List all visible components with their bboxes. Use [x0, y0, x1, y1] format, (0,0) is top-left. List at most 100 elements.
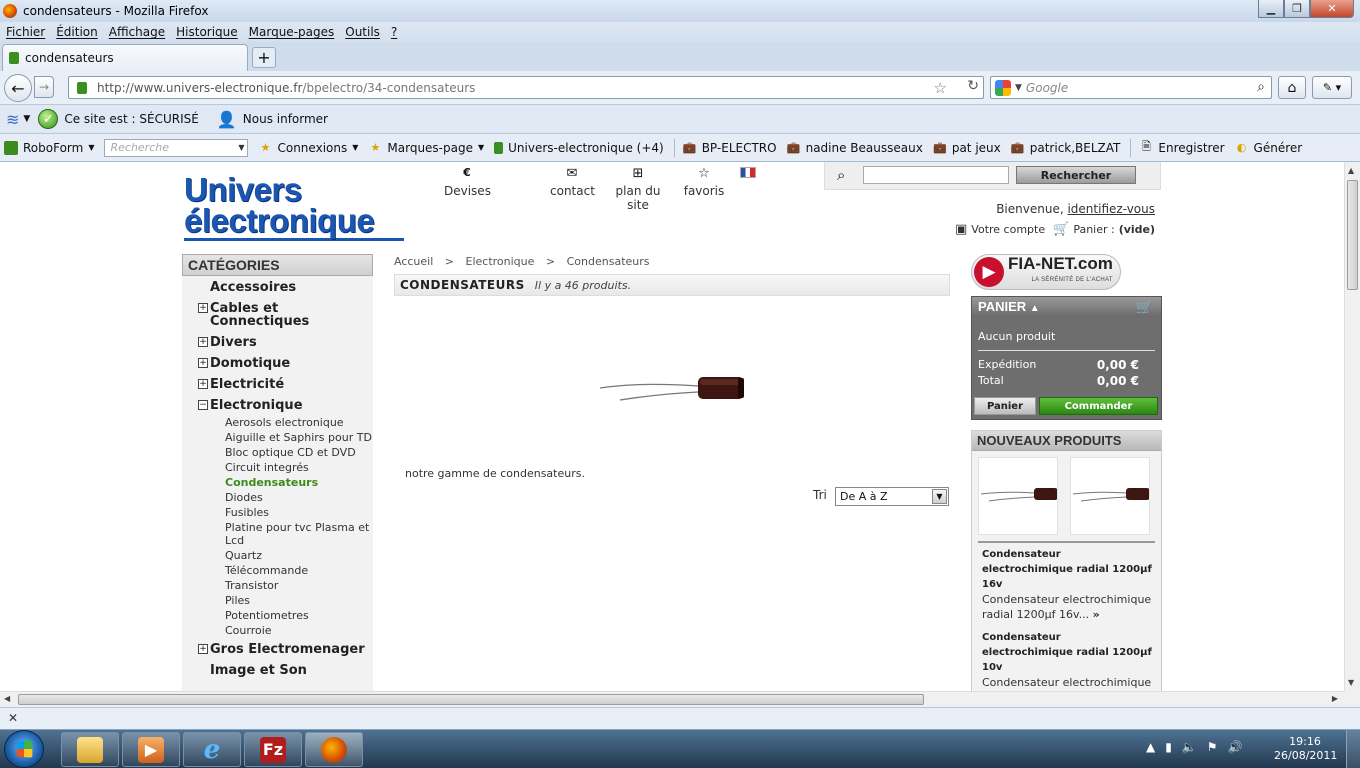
- scroll-down-icon[interactable]: ▼: [1348, 678, 1354, 687]
- category-electricite[interactable]: + Electricité: [182, 378, 373, 391]
- close-window-button[interactable]: ✕: [1310, 0, 1354, 18]
- nav-sitemap[interactable]: ⊞ plan du site: [604, 166, 672, 212]
- category-gros-electromenager[interactable]: + Gros Electromenager: [182, 643, 373, 656]
- subcategory-item[interactable]: Potentiometres: [182, 609, 373, 622]
- category-electronique[interactable]: − Electronique: [182, 399, 373, 412]
- close-icon[interactable]: ✕: [8, 711, 18, 725]
- taskbar-filezilla[interactable]: Fz: [244, 732, 302, 767]
- new-product-name[interactable]: Condensateur electrochimique radial 1200…: [982, 547, 1153, 592]
- security-status[interactable]: Ce site est : SÉCURISÉ: [64, 112, 199, 126]
- taskbar-explorer[interactable]: [61, 732, 119, 767]
- scroll-left-icon[interactable]: ◀: [4, 694, 10, 703]
- url-bar[interactable]: http://www.univers-electronique.fr/bpele…: [68, 76, 984, 99]
- bookmark-bp-electro[interactable]: 💼 BP-ELECTRO: [683, 141, 777, 155]
- expand-icon[interactable]: +: [198, 337, 208, 347]
- horizontal-scroll-thumb[interactable]: [18, 694, 924, 705]
- site-identity-icon[interactable]: [77, 81, 87, 94]
- expand-icon[interactable]: +: [198, 644, 208, 654]
- new-product-thumbnail[interactable]: [978, 457, 1058, 535]
- search-button[interactable]: Rechercher: [1016, 166, 1136, 184]
- breadcrumb-home[interactable]: Accueil: [394, 255, 433, 268]
- roboform-generate-button[interactable]: ◐ Générer: [1235, 141, 1302, 155]
- subcategory-item[interactable]: Bloc optique CD et DVD: [182, 446, 373, 459]
- addon-button[interactable]: ✎ ▾: [1312, 76, 1352, 99]
- horizontal-scrollbar[interactable]: ◀ ▶: [0, 691, 1344, 707]
- bookmark-star-icon[interactable]: ☆: [934, 79, 947, 97]
- subcategory-item[interactable]: Aiguille et Saphirs pour TD: [182, 431, 373, 444]
- roboform-button[interactable]: RoboForm ▼: [0, 140, 94, 155]
- category-cables[interactable]: + Cables et Connectiques: [182, 302, 373, 328]
- minimize-button[interactable]: ▁: [1258, 0, 1284, 18]
- start-button[interactable]: [4, 730, 44, 768]
- system-clock[interactable]: 19:16 26/08/2011: [1274, 735, 1337, 763]
- bookmark-marques-page[interactable]: ★ Marques-page ▼: [368, 141, 484, 155]
- checkout-button[interactable]: Commander: [1039, 397, 1158, 415]
- cart-header[interactable]: PANIER ▲ 🛒: [972, 297, 1161, 317]
- breadcrumb-electronique[interactable]: Electronique: [466, 255, 535, 268]
- bookmark-connexions[interactable]: ★ Connexions ▼: [258, 141, 359, 155]
- network-icon[interactable]: ≋: [6, 110, 19, 129]
- google-icon[interactable]: [995, 79, 1011, 96]
- subcategory-item[interactable]: Télécommande: [182, 564, 373, 577]
- back-button[interactable]: ←: [4, 74, 32, 102]
- bookmark-patrick[interactable]: 💼 patrick,BELZAT: [1011, 141, 1121, 155]
- new-product-name[interactable]: Condensateur electrochimique radial 1200…: [982, 630, 1153, 675]
- chevron-down-icon[interactable]: ▼: [1015, 83, 1022, 93]
- nav-devises[interactable]: € Devises: [444, 166, 491, 198]
- subcategory-item[interactable]: Piles: [182, 594, 373, 607]
- collapse-icon[interactable]: −: [198, 400, 208, 410]
- scroll-right-icon[interactable]: ▶: [1332, 694, 1338, 703]
- site-logo[interactable]: Univers électronique: [184, 173, 404, 241]
- vertical-scroll-thumb[interactable]: [1347, 180, 1358, 290]
- bookmark-nadine[interactable]: 💼 nadine Beausseaux: [787, 141, 923, 155]
- menu-affichage[interactable]: Affichage: [109, 25, 165, 39]
- home-button[interactable]: ⌂: [1278, 76, 1306, 99]
- subcategory-item[interactable]: Quartz: [182, 549, 373, 562]
- login-link[interactable]: identifiez-vous: [1067, 202, 1155, 216]
- subcategory-item[interactable]: Platine pour tvc Plasma et Lcd: [182, 521, 373, 547]
- taskbar-firefox[interactable]: [305, 732, 363, 767]
- signal-icon[interactable]: ▮: [1165, 740, 1172, 754]
- category-accessoires[interactable]: Accessoires: [182, 281, 373, 294]
- category-divers[interactable]: + Divers: [182, 336, 373, 349]
- menu-marque-pages[interactable]: Marque-pages: [249, 25, 335, 39]
- inform-link[interactable]: Nous informer: [243, 112, 328, 126]
- view-cart-button[interactable]: Panier: [974, 397, 1036, 415]
- subcategory-item[interactable]: Circuit integrés: [182, 461, 373, 474]
- volume-icon[interactable]: 🔊: [1228, 740, 1243, 754]
- new-product-thumbnail[interactable]: [1070, 457, 1150, 535]
- menu-help[interactable]: ?: [391, 25, 397, 39]
- sort-select[interactable]: De A à Z ▼: [835, 487, 949, 506]
- bookmark-pat-jeux[interactable]: 💼 pat jeux: [933, 141, 1001, 155]
- expand-icon[interactable]: +: [198, 303, 208, 313]
- tab-condensateurs[interactable]: condensateurs: [2, 44, 248, 71]
- cart-link[interactable]: Panier :: [1073, 223, 1114, 236]
- category-domotique[interactable]: + Domotique: [182, 357, 373, 370]
- search-icon[interactable]: ⌕: [1257, 79, 1265, 95]
- scroll-up-icon[interactable]: ▲: [1348, 166, 1354, 175]
- menu-edition[interactable]: Édition: [56, 25, 98, 39]
- nav-contact[interactable]: ✉ contact: [550, 166, 595, 198]
- site-search-input[interactable]: [863, 166, 1009, 184]
- roboform-save-button[interactable]: 🗎 Enregistrer: [1139, 140, 1225, 155]
- taskbar-media-player[interactable]: ▶: [122, 732, 180, 767]
- subcategory-item[interactable]: Fusibles: [182, 506, 373, 519]
- subcategory-item[interactable]: Aerosols electronique: [182, 416, 373, 429]
- chevron-down-icon[interactable]: ▼: [932, 489, 947, 504]
- vertical-scrollbar[interactable]: ▲ ▼: [1344, 162, 1360, 691]
- expand-icon[interactable]: +: [198, 379, 208, 389]
- french-flag-icon[interactable]: [740, 167, 756, 178]
- nav-favoris[interactable]: ☆ favoris: [682, 166, 726, 198]
- account-link[interactable]: Votre compte: [971, 223, 1045, 236]
- search-engine-bar[interactable]: ▼ Google ⌕: [990, 76, 1272, 99]
- bookmark-univers-electronique[interactable]: Univers-electronique (+4): [494, 141, 664, 155]
- reload-icon[interactable]: ↻: [967, 78, 979, 94]
- menu-fichier[interactable]: Fichier: [6, 25, 45, 39]
- subcategory-item[interactable]: Transistor: [182, 579, 373, 592]
- category-image-et-son[interactable]: Image et Son: [182, 664, 373, 677]
- subcategory-item[interactable]: Diodes: [182, 491, 373, 504]
- speaker-icon[interactable]: 🔈: [1182, 740, 1197, 754]
- menu-historique[interactable]: Historique: [176, 25, 238, 39]
- flag-icon[interactable]: ⚑: [1207, 740, 1218, 754]
- chevron-down-icon[interactable]: ▼: [23, 114, 30, 124]
